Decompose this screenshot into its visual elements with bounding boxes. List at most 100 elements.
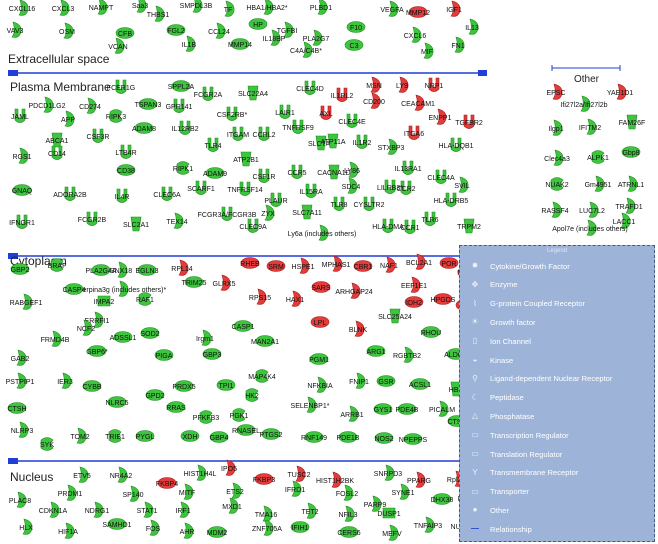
- gene-node[interactable]: NFKBIA: [307, 376, 333, 393]
- gene-node[interactable]: CBR1: [354, 260, 373, 272]
- gene-node[interactable]: IFNGR1: [9, 214, 35, 229]
- gene-node[interactable]: ABCA1: [46, 132, 69, 148]
- gene-node[interactable]: CSF2RB*: [217, 106, 248, 121]
- gene-node[interactable]: IL1B: [182, 35, 197, 52]
- gene-node[interactable]: SVIL: [454, 176, 470, 193]
- gene-node[interactable]: FNIP1: [349, 372, 369, 389]
- gene-node[interactable]: GBP4: [210, 431, 229, 443]
- gene-node[interactable]: ACSL1: [409, 378, 431, 390]
- gene-node[interactable]: FCGR3A/FCGR3B: [198, 206, 257, 221]
- gene-node[interactable]: EGLN3: [136, 264, 159, 276]
- gene-node[interactable]: GLRX5: [213, 274, 236, 291]
- gene-node[interactable]: ARG1: [366, 345, 386, 357]
- gene-node[interactable]: HLX: [19, 518, 33, 535]
- gene-node[interactable]: FKBP3: [253, 473, 275, 485]
- gene-node[interactable]: C3: [344, 39, 364, 51]
- gene-node[interactable]: SRM: [266, 260, 286, 272]
- gene-node[interactable]: Serpina3g (includes others)*: [78, 280, 167, 297]
- gene-node[interactable]: HIST1H2BK: [316, 471, 354, 488]
- gene-node[interactable]: AHR: [180, 522, 195, 539]
- gene-node[interactable]: HPGDS: [431, 293, 456, 305]
- gene-node[interactable]: CD38: [116, 164, 136, 176]
- gene-node[interactable]: MSN: [366, 76, 382, 93]
- gene-node[interactable]: FOS: [146, 519, 161, 536]
- gene-node[interactable]: YAE1D1: [607, 83, 633, 100]
- gene-node[interactable]: ADORA2B: [53, 186, 87, 201]
- gene-node[interactable]: VAV3: [7, 21, 24, 38]
- gene-node[interactable]: RPS15: [249, 288, 271, 305]
- gene-node[interactable]: MEFV: [382, 524, 402, 541]
- gene-node[interactable]: EPSC: [546, 83, 566, 100]
- gene-node[interactable]: TSPAN3: [135, 98, 162, 110]
- gene-node[interactable]: CLEC4E: [338, 113, 366, 128]
- gene-node[interactable]: LTB4R: [115, 144, 137, 159]
- gene-node[interactable]: PYGL: [136, 430, 155, 442]
- gene-node[interactable]: IL1R2: [353, 134, 372, 149]
- gene-node[interactable]: SAMHD1: [102, 518, 132, 530]
- gene-node[interactable]: Clec4a3: [544, 149, 570, 166]
- gene-node[interactable]: IL15RA: [299, 183, 323, 198]
- gene-node[interactable]: TOM2: [70, 427, 90, 444]
- gene-node[interactable]: PDCD1LG2: [29, 96, 66, 113]
- gene-node[interactable]: SNX18: [110, 261, 132, 278]
- gene-node[interactable]: TET2: [301, 502, 319, 519]
- gene-node[interactable]: TRAFD1: [615, 197, 643, 214]
- gene-node[interactable]: NLRP3: [11, 421, 34, 438]
- gene-node[interactable]: CLEC9A: [239, 218, 267, 233]
- gene-node[interactable]: CD14: [48, 145, 66, 160]
- gene-node[interactable]: PLBD1: [310, 0, 332, 15]
- gene-node[interactable]: TPI1: [216, 379, 236, 391]
- gene-node[interactable]: VCAN: [108, 37, 128, 54]
- gene-node[interactable]: PGM1: [309, 353, 329, 365]
- gene-node[interactable]: FCER1G: [107, 79, 135, 94]
- gene-node[interactable]: MITF: [179, 483, 195, 500]
- gene-node[interactable]: IPO5: [221, 459, 237, 476]
- gene-node[interactable]: ITGA6: [404, 125, 424, 140]
- gene-node[interactable]: FN1: [451, 36, 465, 53]
- gene-node[interactable]: CXCL6: [404, 26, 427, 43]
- gene-node[interactable]: IFIH1: [290, 521, 310, 533]
- gene-node[interactable]: TRIB1: [105, 429, 125, 443]
- gene-node[interactable]: PRDM1: [58, 484, 83, 501]
- gene-node[interactable]: ADSSL1: [110, 331, 137, 343]
- gene-node[interactable]: GNAQ: [12, 184, 33, 196]
- gene-node[interactable]: IFRD1: [285, 480, 305, 497]
- gene-node[interactable]: NDRG1: [85, 501, 110, 518]
- gene-node[interactable]: MXD1: [222, 497, 242, 514]
- gene-node[interactable]: RABGEF1: [10, 293, 43, 310]
- gene-node[interactable]: CCR1: [400, 219, 420, 234]
- gene-node[interactable]: HIST1H4L: [184, 464, 217, 481]
- gene-node[interactable]: GBP2: [11, 263, 30, 275]
- gene-node[interactable]: HLA-DQB1: [438, 137, 474, 152]
- gene-node[interactable]: GPD2: [145, 389, 165, 401]
- gene-node[interactable]: ALPK1: [587, 150, 609, 164]
- gene-node[interactable]: PLAUR: [264, 192, 288, 207]
- gene-node[interactable]: CLEC4D: [296, 80, 324, 95]
- gene-node[interactable]: ETS2: [226, 482, 244, 499]
- gene-node[interactable]: GSR: [376, 375, 396, 387]
- gene-node[interactable]: NUAK2: [545, 177, 569, 191]
- gene-node[interactable]: PRDX5: [172, 380, 196, 392]
- gene-node[interactable]: IGF1: [446, 0, 462, 17]
- gene-node[interactable]: Ly6a (includes others): [288, 224, 357, 241]
- gene-node[interactable]: IMPA2: [94, 295, 115, 307]
- gene-node[interactable]: TNFRSF14: [227, 181, 263, 196]
- gene-node[interactable]: IL13: [465, 18, 479, 35]
- gene-node[interactable]: OSM: [59, 22, 75, 39]
- gene-node[interactable]: CCL24: [208, 22, 230, 39]
- gene-node[interactable]: IL4R: [115, 188, 130, 203]
- gene-node[interactable]: MDM2: [207, 526, 228, 538]
- gene-node[interactable]: EEF1E1: [401, 276, 427, 293]
- gene-node[interactable]: CASP4: [63, 283, 86, 295]
- gene-node[interactable]: LY9: [396, 76, 409, 93]
- gene-node[interactable]: CD274: [79, 97, 101, 114]
- gene-node[interactable]: CLEC4A: [427, 169, 455, 184]
- extracellular-divider-right-handle[interactable]: [478, 70, 487, 76]
- gene-node[interactable]: SOD2: [140, 327, 160, 339]
- gene-node[interactable]: RNASEL: [232, 424, 260, 436]
- gene-node[interactable]: CXCL16: [9, 0, 36, 16]
- gene-node[interactable]: FOSL2: [336, 484, 358, 501]
- gene-node[interactable]: VEGFA: [380, 0, 404, 17]
- extracellular-divider-left-handle[interactable]: [8, 70, 18, 76]
- gene-node[interactable]: APP: [61, 110, 75, 127]
